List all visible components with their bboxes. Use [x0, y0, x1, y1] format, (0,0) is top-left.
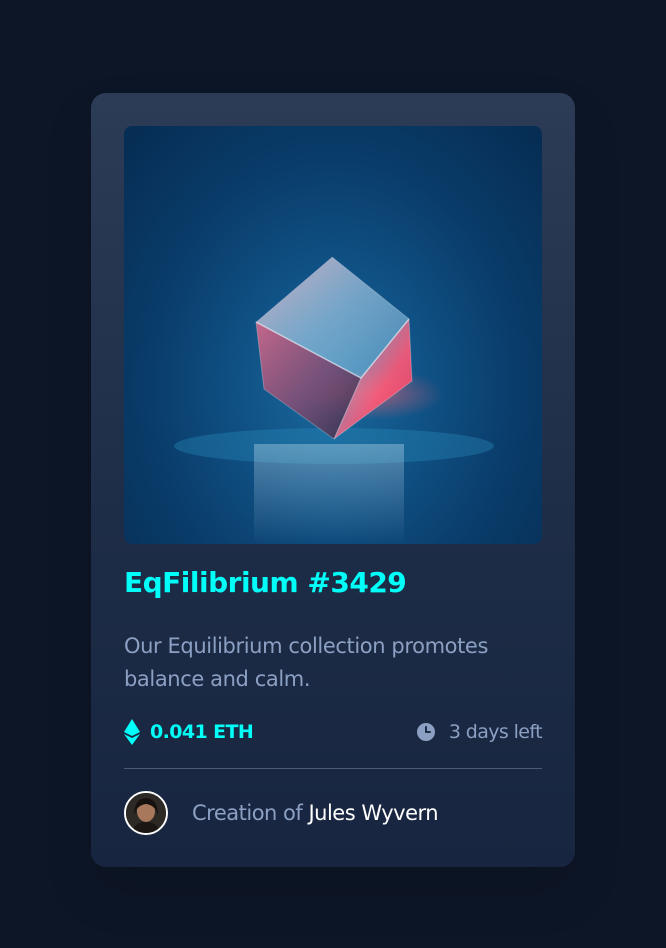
nft-image[interactable] — [124, 126, 542, 544]
divider — [124, 768, 542, 769]
nft-stats: 0.041 ETH 3 days left — [124, 719, 543, 745]
time-left-value: 3 days left — [448, 721, 543, 743]
ethereum-icon — [124, 719, 140, 745]
time-remaining: 3 days left — [416, 719, 543, 745]
price: 0.041 ETH — [124, 719, 254, 745]
creator-info: Creation of Jules Wyvern — [124, 791, 439, 835]
cube-artwork — [174, 256, 494, 544]
nft-title[interactable]: EqFilibrium #3429 — [124, 566, 407, 599]
avatar — [124, 791, 168, 835]
creator-label: Creation of Jules Wyvern — [192, 801, 439, 825]
nft-preview-card: EqFilibrium #3429 Our Equilibrium collec… — [91, 93, 575, 867]
clock-icon — [416, 723, 435, 741]
nft-description: Our Equilibrium collection promotes bala… — [124, 634, 488, 691]
creator-name[interactable]: Jules Wyvern — [308, 801, 438, 825]
creator-prefix: Creation of — [192, 801, 309, 825]
avatar-icon — [126, 793, 166, 833]
price-value: 0.041 ETH — [150, 721, 254, 743]
